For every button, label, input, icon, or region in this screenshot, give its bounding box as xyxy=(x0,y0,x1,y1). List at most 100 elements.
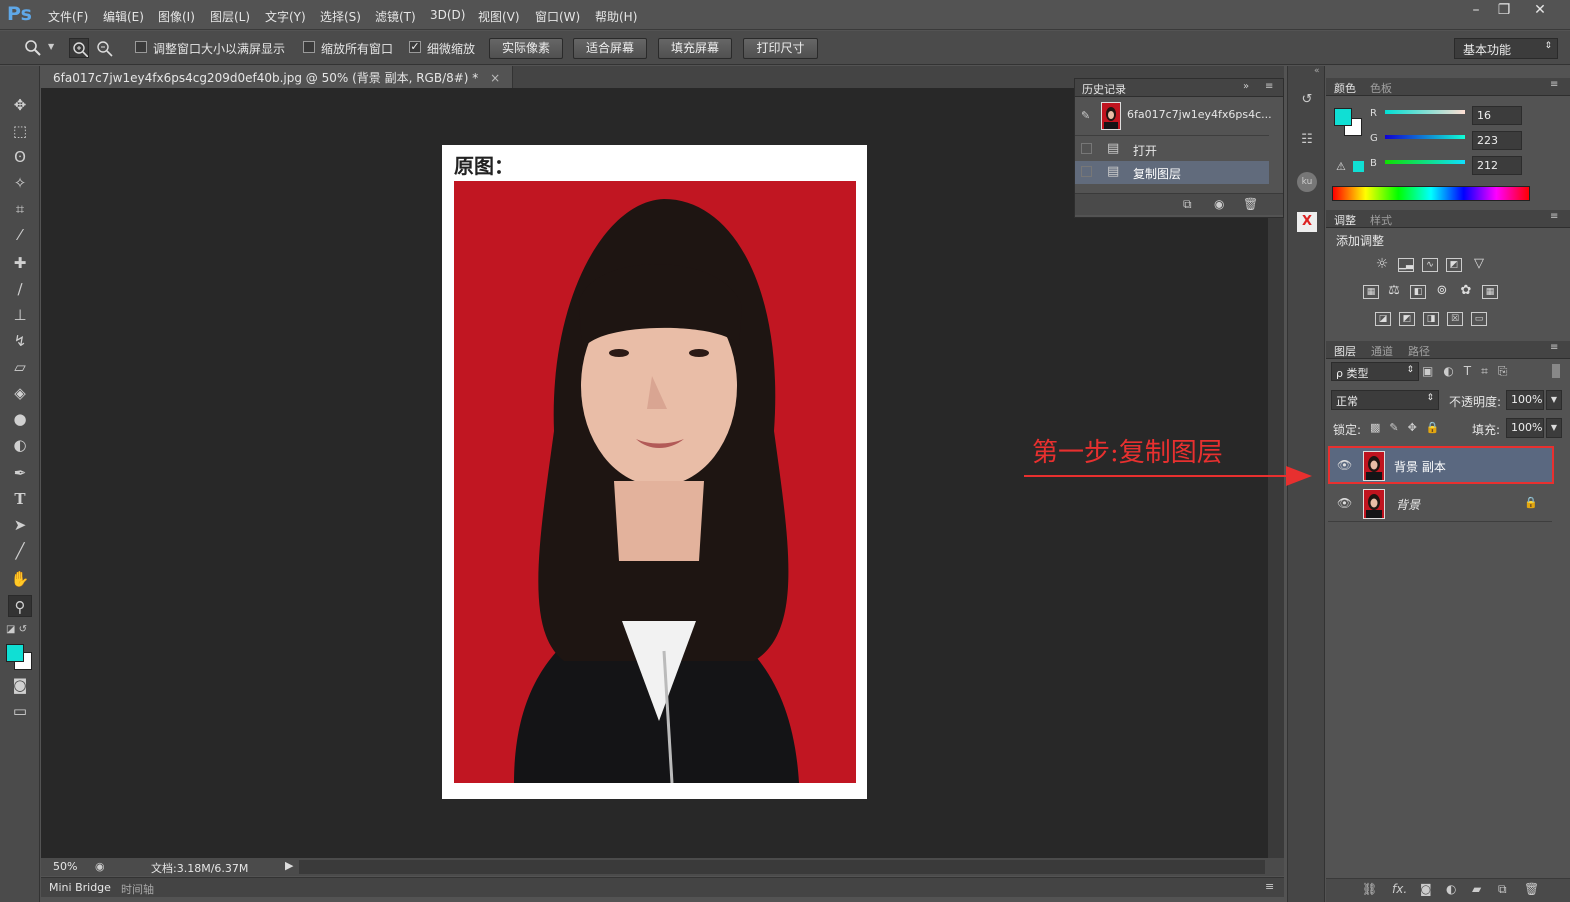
panel-menu-icon[interactable]: ≡ xyxy=(1265,81,1273,92)
blur-tool-icon[interactable]: ● xyxy=(8,408,32,430)
color-spectrum[interactable] xyxy=(1332,186,1530,201)
panel-menu-icon[interactable]: ≡ xyxy=(1550,342,1558,353)
posterize-icon[interactable]: ◩ xyxy=(1399,312,1415,326)
collapse-icon[interactable]: » xyxy=(1243,81,1249,92)
g-value[interactable]: 223 xyxy=(1472,131,1522,150)
zoom-level[interactable]: 50% xyxy=(53,860,77,873)
opacity-dropdown-icon[interactable]: ▼ xyxy=(1546,390,1562,410)
magic-wand-tool-icon[interactable]: ✧ xyxy=(8,172,32,194)
new-document-icon[interactable]: ⧉ xyxy=(1183,197,1192,212)
layer-name[interactable]: 背景 xyxy=(1396,496,1420,513)
delete-layer-icon[interactable]: 🗑 xyxy=(1524,882,1539,896)
close-tab-icon[interactable]: × xyxy=(490,71,500,85)
status-icon[interactable]: ◉ xyxy=(95,860,105,873)
zoom-tool-icon[interactable] xyxy=(24,39,42,57)
camera-icon[interactable]: ◉ xyxy=(1214,197,1224,211)
history-source-checkbox[interactable] xyxy=(1081,166,1092,177)
tab-layers[interactable]: 图层 xyxy=(1334,343,1356,359)
healing-brush-tool-icon[interactable]: ✚ xyxy=(8,252,32,274)
b-slider[interactable] xyxy=(1385,160,1465,164)
history-snapshot[interactable]: ✎ 6fa017c7jw1ey4fx6ps4c... xyxy=(1075,98,1272,136)
default-colors-icon[interactable]: ◪ ↺ xyxy=(6,624,27,635)
fill-dropdown-icon[interactable]: ▼ xyxy=(1546,418,1562,438)
scrubby-zoom-checkbox[interactable]: ✓ xyxy=(409,41,421,53)
b-value[interactable]: 212 xyxy=(1472,156,1522,175)
document-tab[interactable]: 6fa017c7jw1ey4fx6ps4cg209d0ef40b.jpg @ 5… xyxy=(41,66,514,88)
horizontal-scrollbar[interactable] xyxy=(299,860,1265,874)
brightness-icon[interactable]: ☼ xyxy=(1374,257,1390,272)
layer-name[interactable]: 背景 副本 xyxy=(1394,458,1446,475)
zoom-in-icon[interactable] xyxy=(69,38,89,58)
tab-paths[interactable]: 路径 xyxy=(1408,343,1430,359)
dodge-tool-icon[interactable]: ◐ xyxy=(8,434,32,456)
ku-plugin-icon[interactable]: ku xyxy=(1297,172,1317,192)
fit-screen-button[interactable]: 适合屏幕 xyxy=(573,38,647,59)
actual-pixels-button[interactable]: 实际像素 xyxy=(489,38,563,59)
history-panel-icon[interactable]: ↺ xyxy=(1295,88,1319,112)
print-size-button[interactable]: 打印尺寸 xyxy=(743,38,818,59)
zoom-all-checkbox[interactable] xyxy=(303,41,315,53)
vibrance-icon[interactable]: ▽ xyxy=(1471,257,1487,272)
pen-tool-icon[interactable]: ✒ xyxy=(8,462,32,484)
move-tool-icon[interactable]: ✥ xyxy=(8,94,32,116)
layer-mask-icon[interactable]: ◙ xyxy=(1420,882,1432,896)
layer-filter-icons[interactable]: ▣◐T⌗⎘ xyxy=(1422,364,1518,379)
history-item[interactable]: ▤ 打开 xyxy=(1075,138,1269,161)
tab-timeline[interactable]: 时间轴 xyxy=(121,881,154,897)
menu-3d[interactable]: 3D(D) xyxy=(430,8,465,22)
tool-preset-dropdown-icon[interactable]: ▼ xyxy=(48,42,54,51)
selective-color-icon[interactable]: ▭ xyxy=(1471,312,1487,326)
hand-tool-icon[interactable]: ✋ xyxy=(8,568,32,590)
layer-row-selected[interactable]: 👁 背景 副本 xyxy=(1328,446,1554,484)
curves-icon[interactable]: ∿ xyxy=(1422,258,1438,272)
menu-view[interactable]: 视图(V) xyxy=(478,8,520,25)
line-tool-icon[interactable]: ╱ xyxy=(8,540,32,562)
photo-filter-icon[interactable]: ⊚ xyxy=(1434,284,1450,299)
fx-icon[interactable]: fx. xyxy=(1392,882,1407,896)
exposure-icon[interactable]: ◩ xyxy=(1446,258,1462,272)
history-brush-tool-icon[interactable]: ↯ xyxy=(8,330,32,352)
menu-file[interactable]: 文件(F) xyxy=(48,8,88,25)
lasso-tool-icon[interactable]: ʘ xyxy=(8,146,32,168)
paint-bucket-tool-icon[interactable]: ◈ xyxy=(8,382,32,404)
tab-swatches[interactable]: 色板 xyxy=(1370,80,1392,96)
color-fg-swatch[interactable] xyxy=(1334,108,1352,126)
tab-styles[interactable]: 样式 xyxy=(1370,212,1392,228)
layer-filter-select[interactable]: ρ 类型 ⇕ xyxy=(1331,362,1419,381)
color-lookup-icon[interactable]: ▦ xyxy=(1482,285,1498,299)
visibility-eye-icon[interactable]: 👁 xyxy=(1337,496,1352,510)
foreground-color-swatch[interactable] xyxy=(6,644,24,662)
lock-icons[interactable]: ▩✎✥🔒 xyxy=(1370,421,1449,434)
menu-layer[interactable]: 图层(L) xyxy=(210,8,250,25)
new-layer-icon[interactable]: ⧉ xyxy=(1498,882,1507,897)
gamut-swatch[interactable] xyxy=(1353,161,1364,172)
panel-menu-icon[interactable]: ≡ xyxy=(1550,79,1558,90)
levels-icon[interactable]: ▁▃ xyxy=(1398,258,1414,272)
tab-color[interactable]: 颜色 xyxy=(1334,80,1356,96)
tab-channels[interactable]: 通道 xyxy=(1371,343,1393,359)
marquee-tool-icon[interactable]: ⬚ xyxy=(8,120,32,142)
resize-windows-checkbox[interactable] xyxy=(135,41,147,53)
color-balance-icon[interactable]: ⚖ xyxy=(1386,284,1402,299)
g-slider[interactable] xyxy=(1385,135,1465,139)
quick-mask-icon[interactable]: ◙ xyxy=(8,674,32,696)
collapse-dock-icon[interactable]: « xyxy=(1314,66,1320,76)
r-slider[interactable] xyxy=(1385,110,1465,114)
visibility-eye-icon[interactable]: 👁 xyxy=(1337,458,1352,472)
fill-screen-button[interactable]: 填充屏幕 xyxy=(658,38,732,59)
menu-filter[interactable]: 滤镜(T) xyxy=(375,8,416,25)
properties-panel-icon[interactable]: ☷ xyxy=(1295,128,1319,152)
layer-row[interactable]: 👁 背景 🔒 xyxy=(1328,486,1552,522)
menu-help[interactable]: 帮助(H) xyxy=(595,8,637,25)
link-layers-icon[interactable]: ⛓ xyxy=(1362,882,1377,896)
close-button[interactable]: ✕ xyxy=(1526,2,1554,20)
restore-button[interactable]: ❐ xyxy=(1490,2,1518,20)
eyedropper-tool-icon[interactable]: ⁄ xyxy=(8,224,32,246)
hue-saturation-icon[interactable]: ▦ xyxy=(1363,285,1379,299)
crop-tool-icon[interactable]: ⌗ xyxy=(8,198,32,220)
menu-window[interactable]: 窗口(W) xyxy=(535,8,580,25)
invert-icon[interactable]: ◪ xyxy=(1375,312,1391,326)
history-tab[interactable]: 历史记录 xyxy=(1082,81,1126,97)
menu-image[interactable]: 图像(I) xyxy=(158,8,195,25)
zoom-tool-button-icon[interactable]: ⚲ xyxy=(8,595,32,617)
